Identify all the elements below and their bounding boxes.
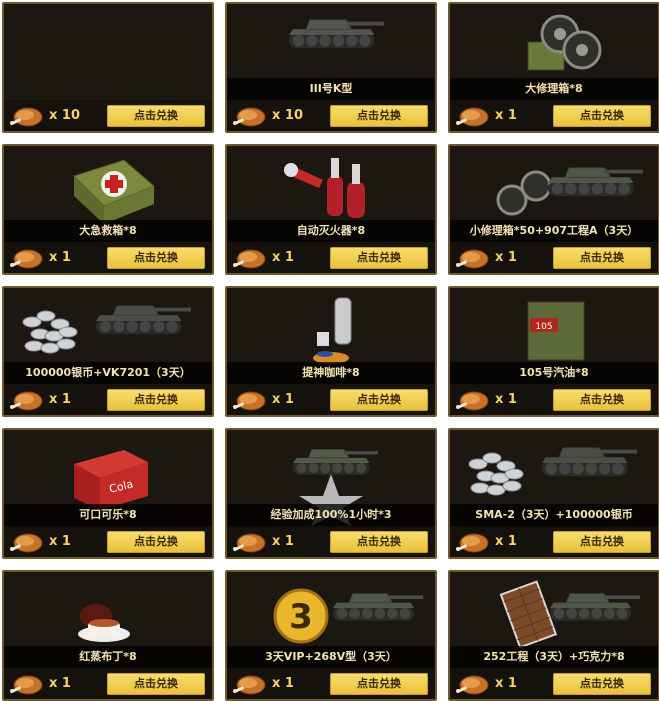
reward-name: 可口可乐*8 xyxy=(4,504,212,526)
card-footer: x 1 点击兑换 xyxy=(4,384,212,415)
reward-card: Cola 可口可乐*8 x 1 点击兑换 xyxy=(2,428,214,559)
cost-quantity: x 1 xyxy=(495,534,517,549)
exchange-button[interactable]: 点击兑换 xyxy=(553,105,651,127)
card-footer: x 10 点击兑换 xyxy=(227,100,435,131)
reward-name: III号K型 xyxy=(227,78,435,100)
reward-card: 105 105号汽油*8 x 1 点击兑换 xyxy=(448,286,659,417)
reward-card: 252工程（3天）+巧克力*8 x 1 点击兑换 xyxy=(448,570,659,701)
exchange-button[interactable]: 点击兑换 xyxy=(107,673,205,695)
reward-card: 大修理箱*8 x 1 点击兑换 xyxy=(448,2,659,133)
exchange-button[interactable]: 点击兑换 xyxy=(553,531,651,553)
card-footer: x 10 点击兑换 xyxy=(4,100,212,131)
cost-quantity: x 1 xyxy=(495,392,517,407)
reward-card: 大急救箱*8 x 1 点击兑换 xyxy=(2,144,214,275)
reward-name: SMA-2（3天）+100000银币 xyxy=(450,504,658,526)
roast-chicken-icon xyxy=(233,388,267,412)
reward-card: SMA-2（3天）+100000银币 x 1 点击兑换 xyxy=(448,428,659,559)
exchange-button[interactable]: 点击兑换 xyxy=(553,247,651,269)
exchange-button[interactable]: 点击兑换 xyxy=(330,673,428,695)
card-footer: x 1 点击兑换 xyxy=(450,384,658,415)
exchange-grid: x 10 点击兑换 III号K型 x 10 点击兑换 大修理箱*8 x 1 点击兑换 … xyxy=(0,0,659,701)
card-footer: x 1 点击兑换 xyxy=(227,242,435,273)
roast-chicken-icon xyxy=(456,246,490,270)
card-footer: x 1 点击兑换 xyxy=(450,242,658,273)
exchange-button[interactable]: 点击兑换 xyxy=(330,531,428,553)
card-footer: x 1 点击兑换 xyxy=(4,668,212,699)
exchange-button[interactable]: 点击兑换 xyxy=(330,247,428,269)
card-footer: x 1 点击兑换 xyxy=(227,384,435,415)
blank-icon xyxy=(4,4,212,100)
cost-quantity: x 1 xyxy=(272,250,294,265)
svg-text:105: 105 xyxy=(535,322,552,332)
exchange-button[interactable]: 点击兑换 xyxy=(330,389,428,411)
cost-quantity: x 1 xyxy=(495,250,517,265)
cost-quantity: x 1 xyxy=(272,392,294,407)
cost-quantity: x 1 xyxy=(495,676,517,691)
card-footer: x 1 点击兑换 xyxy=(450,100,658,131)
roast-chicken-icon xyxy=(10,672,44,696)
roast-chicken-icon xyxy=(233,672,267,696)
reward-card: 提神咖啡*8 x 1 点击兑换 xyxy=(225,286,437,417)
card-footer: x 1 点击兑换 xyxy=(227,526,435,557)
exchange-button[interactable]: 点击兑换 xyxy=(107,105,205,127)
exchange-button[interactable]: 点击兑换 xyxy=(107,389,205,411)
cost-quantity: x 1 xyxy=(272,534,294,549)
reward-name: 3天VIP+268V型（3天） xyxy=(227,646,435,668)
reward-name: 经验加成100%1小时*3 xyxy=(227,504,435,526)
exchange-button[interactable]: 点击兑换 xyxy=(107,247,205,269)
roast-chicken-icon xyxy=(233,246,267,270)
reward-name: 大急救箱*8 xyxy=(4,220,212,242)
exchange-button[interactable]: 点击兑换 xyxy=(330,105,428,127)
reward-name: 红蒸布丁*8 xyxy=(4,646,212,668)
reward-name: 自动灭火器*8 xyxy=(227,220,435,242)
exchange-button[interactable]: 点击兑换 xyxy=(553,673,651,695)
card-footer: x 1 点击兑换 xyxy=(4,526,212,557)
reward-name: 小修理箱*50+907工程A（3天） xyxy=(450,220,658,242)
cost-quantity: x 1 xyxy=(49,534,71,549)
card-footer: x 1 点击兑换 xyxy=(4,242,212,273)
reward-card: 自动灭火器*8 x 1 点击兑换 xyxy=(225,144,437,275)
cost-quantity: x 1 xyxy=(49,392,71,407)
reward-card: III号K型 x 10 点击兑换 xyxy=(225,2,437,133)
reward-name: 100000银币+VK7201（3天） xyxy=(4,362,212,384)
reward-name: 大修理箱*8 xyxy=(450,78,658,100)
roast-chicken-icon xyxy=(456,104,490,128)
roast-chicken-icon xyxy=(10,530,44,554)
card-footer: x 1 点击兑换 xyxy=(450,526,658,557)
reward-card: 红蒸布丁*8 x 1 点击兑换 xyxy=(2,570,214,701)
cost-quantity: x 1 xyxy=(272,676,294,691)
cost-quantity: x 10 xyxy=(49,108,81,123)
roast-chicken-icon xyxy=(10,246,44,270)
roast-chicken-icon xyxy=(10,388,44,412)
cost-quantity: x 1 xyxy=(49,250,71,265)
reward-name: 105号汽油*8 xyxy=(450,362,658,384)
exchange-button[interactable]: 点击兑换 xyxy=(107,531,205,553)
card-footer: x 1 点击兑换 xyxy=(227,668,435,699)
reward-name: 252工程（3天）+巧克力*8 xyxy=(450,646,658,668)
roast-chicken-icon xyxy=(456,388,490,412)
roast-chicken-icon xyxy=(456,530,490,554)
roast-chicken-icon xyxy=(10,104,44,128)
roast-chicken-icon xyxy=(456,672,490,696)
svg-text:3: 3 xyxy=(289,597,313,637)
reward-card: 3 3天VIP+268V型（3天） x 1 点击兑换 xyxy=(225,570,437,701)
cost-quantity: x 10 xyxy=(272,108,304,123)
cost-quantity: x 1 xyxy=(495,108,517,123)
roast-chicken-icon xyxy=(233,530,267,554)
roast-chicken-icon xyxy=(233,104,267,128)
reward-name: 提神咖啡*8 xyxy=(227,362,435,384)
reward-card: x 10 点击兑换 xyxy=(2,2,214,133)
cost-quantity: x 1 xyxy=(49,676,71,691)
reward-card: 100000银币+VK7201（3天） x 1 点击兑换 xyxy=(2,286,214,417)
reward-card: 经验加成100%1小时*3 x 1 点击兑换 xyxy=(225,428,437,559)
card-footer: x 1 点击兑换 xyxy=(450,668,658,699)
reward-card: 小修理箱*50+907工程A（3天） x 1 点击兑换 xyxy=(448,144,659,275)
exchange-button[interactable]: 点击兑换 xyxy=(553,389,651,411)
